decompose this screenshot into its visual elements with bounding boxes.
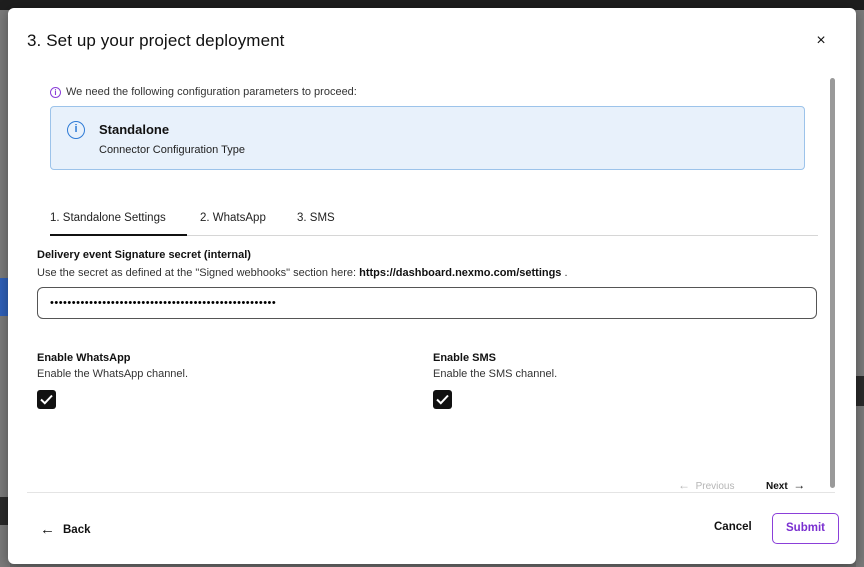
deployment-modal: 3. Set up your project deployment × i We… — [8, 8, 856, 564]
previous-button[interactable]: ← Previous — [678, 478, 734, 492]
sms-toggle-help: Enable the SMS channel. — [433, 368, 558, 380]
secret-help-text: Use the secret as defined at the "Signed… — [37, 267, 360, 279]
next-button[interactable]: Next → — [766, 478, 805, 492]
enable-sms-checkbox[interactable] — [433, 390, 452, 409]
info-circle-icon: i — [50, 86, 61, 98]
modal-title: 3. Set up your project deployment — [27, 31, 285, 50]
config-notice: i We need the following configuration pa… — [50, 86, 357, 98]
back-button[interactable]: ← Back — [40, 521, 91, 538]
tab-whatsapp[interactable]: 2. WhatsApp — [200, 212, 266, 224]
secret-field-label: Delivery event Signature secret (interna… — [37, 249, 251, 261]
background-dark-element-right — [856, 376, 864, 406]
next-label: Next — [766, 481, 788, 492]
submit-button[interactable]: Submit — [772, 513, 839, 544]
info-box-subtitle: Connector Configuration Type — [99, 144, 245, 156]
notice-text: We need the following configuration para… — [66, 86, 357, 98]
modal-scroll-content: i We need the following configuration pa… — [27, 70, 827, 494]
footer-divider — [27, 492, 835, 493]
secret-field-help: Use the secret as defined at the "Signed… — [37, 267, 568, 279]
secret-help-suffix: . — [561, 267, 568, 279]
enable-whatsapp-checkbox[interactable] — [37, 390, 56, 409]
back-label: Back — [63, 523, 91, 536]
background-right-edge — [856, 10, 864, 567]
tab-standalone-settings[interactable]: 1. Standalone Settings — [50, 212, 166, 224]
active-tab-indicator — [50, 234, 187, 236]
scrollbar[interactable] — [830, 78, 835, 488]
info-icon: i — [67, 121, 85, 139]
close-icon[interactable]: × — [811, 32, 831, 52]
whatsapp-toggle-help: Enable the WhatsApp channel. — [37, 368, 189, 380]
checkmark-icon — [40, 394, 53, 405]
arrow-left-icon: ← — [40, 521, 55, 538]
scrollbar-thumb[interactable] — [830, 78, 835, 488]
arrow-left-icon: ← — [678, 478, 690, 492]
checkmark-icon — [436, 394, 449, 405]
cancel-button[interactable]: Cancel — [714, 521, 752, 533]
arrow-right-icon: → — [793, 478, 806, 492]
info-box-title: Standalone — [99, 122, 170, 137]
signature-secret-input[interactable] — [37, 287, 817, 319]
tab-sms[interactable]: 3. SMS — [297, 212, 335, 224]
nexmo-settings-link[interactable]: https://dashboard.nexmo.com/settings — [359, 267, 561, 279]
settings-tabs: 1. Standalone Settings 2. WhatsApp 3. SM… — [50, 206, 818, 236]
sms-toggle-label: Enable SMS — [433, 352, 496, 364]
whatsapp-toggle-label: Enable WhatsApp — [37, 352, 131, 364]
previous-label: Previous — [695, 481, 735, 492]
connector-type-info-box: i Standalone Connector Configuration Typ… — [50, 106, 805, 170]
